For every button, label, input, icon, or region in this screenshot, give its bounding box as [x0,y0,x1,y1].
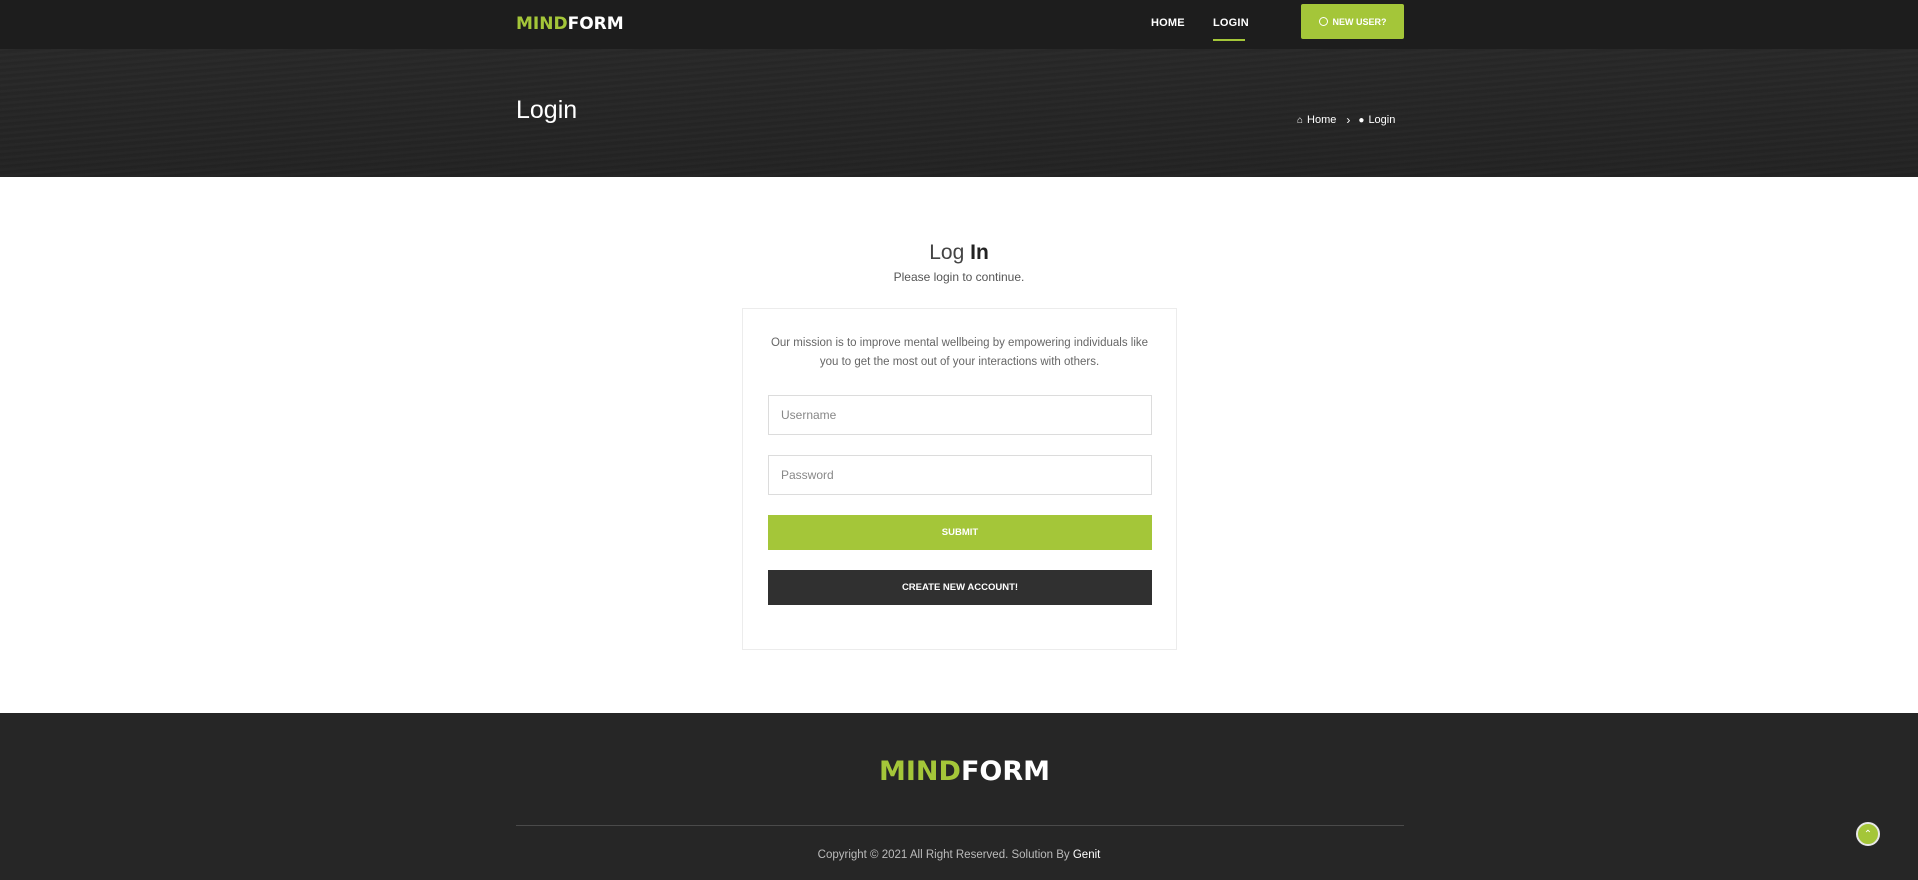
mission-text: Our mission is to improve mental wellbei… [770,337,1149,368]
site-logo[interactable]: MINDFORM [516,14,624,34]
home-icon: ⌂ [1297,114,1304,126]
user-icon: ● [1358,114,1365,126]
login-heading-light: Log [929,241,965,264]
nav-home-link[interactable]: HOME [1151,17,1185,29]
footer-logo-text-form: FORM [960,756,1050,787]
footer-logo[interactable]: MINDFORM [879,756,1050,787]
breadcrumb-home-link[interactable]: Home [1307,114,1336,126]
new-user-label: NEW USER? [1332,16,1387,27]
chevron-up-icon: ⌃ [1863,828,1873,840]
page-title: Login [516,96,578,124]
breadcrumb: ⌂ Home › ● Login [1297,113,1395,127]
logo-text-mind: MIND [516,14,568,34]
company-link[interactable]: Genit [1073,849,1101,861]
scroll-to-top-button[interactable]: ⌃ [1856,822,1880,846]
logo-text-form: FORM [567,14,624,34]
create-account-button[interactable]: CREATE NEW ACCOUNT! [768,570,1152,605]
footer-logo-text-mind: MIND [879,756,961,787]
login-subtitle: Please login to continue. [893,270,1025,284]
nav-active-indicator [1213,39,1245,41]
copyright-text: Copyright © 2021 All Right Reserved. Sol… [0,849,1918,861]
copyright-label: Copyright © 2021 All Right Reserved. Sol… [817,849,1073,861]
breadcrumb-current: Login [1368,114,1396,126]
login-heading-bold: In [970,241,989,264]
submit-button[interactable]: SUBMIT [768,515,1152,550]
password-input[interactable] [768,455,1152,495]
nav-login-link[interactable]: LOGIN [1213,17,1249,29]
new-user-button[interactable]: NEW USER? [1301,4,1404,39]
top-navbar [0,0,1918,49]
user-circle-icon [1318,17,1328,26]
footer-divider [516,825,1404,826]
chevron-right-icon: › [1346,113,1351,127]
username-input[interactable] [768,395,1152,435]
login-heading: Log In [0,241,1918,265]
